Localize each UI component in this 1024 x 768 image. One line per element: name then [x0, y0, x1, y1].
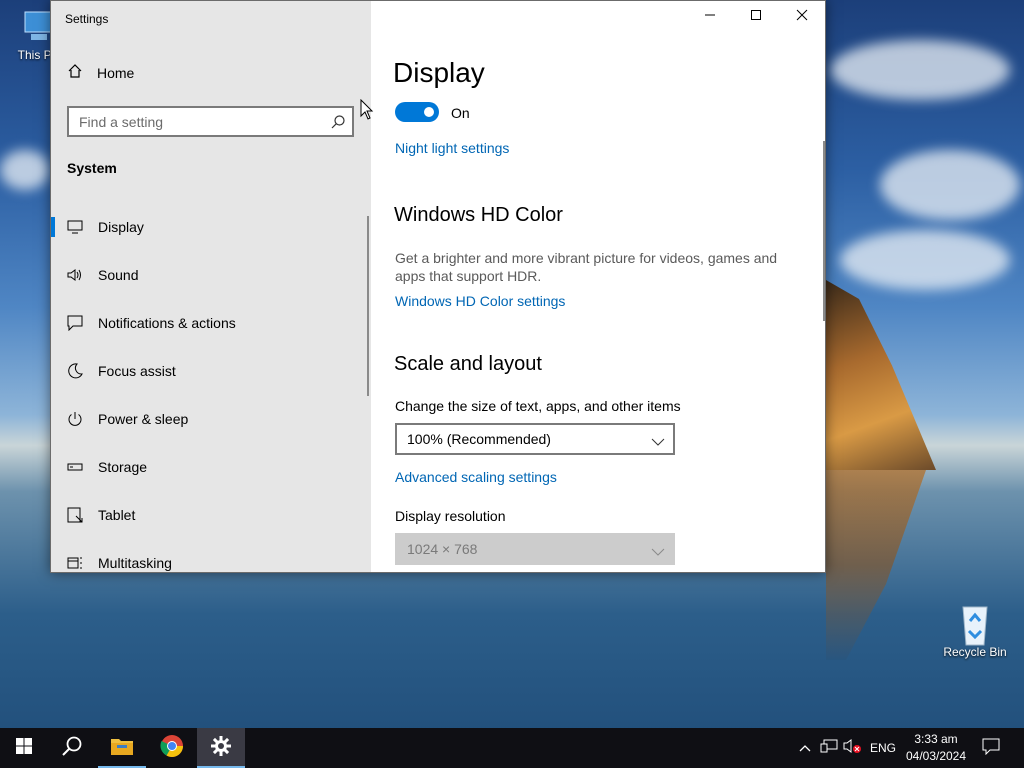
home-icon [67, 63, 83, 82]
taskbar-search-button[interactable] [48, 728, 96, 768]
resolution-label: Display resolution [395, 508, 506, 524]
toggle-state-label: On [451, 105, 470, 121]
chevron-down-icon [651, 544, 665, 560]
moon-icon [51, 363, 98, 379]
taskbar-settings[interactable] [197, 728, 245, 768]
resolution-dropdown[interactable]: 1024 × 768 [395, 533, 675, 565]
sidebar-item-focus-assist[interactable]: Focus assist [51, 347, 371, 395]
size-label: Change the size of text, apps, and other… [395, 398, 681, 414]
sidebar-item-label: Multitasking [98, 555, 172, 571]
sidebar-item-notifications[interactable]: Notifications & actions [51, 299, 371, 347]
hd-color-description: Get a brighter and more vibrant picture … [395, 250, 778, 284]
sidebar-item-label: Sound [98, 267, 139, 283]
search-icon [61, 735, 83, 762]
storage-icon [51, 462, 98, 472]
page-title: Display [393, 57, 485, 88]
night-light-toggle[interactable] [395, 102, 439, 122]
taskbar-clock[interactable]: 3:33 am 04/03/2024 [900, 731, 972, 765]
scale-dropdown-value: 100% (Recommended) [407, 431, 551, 447]
file-explorer-icon [110, 736, 134, 761]
action-center-button[interactable] [976, 728, 1006, 768]
resolution-dropdown-value: 1024 × 768 [407, 541, 478, 557]
sidebar-item-label: Focus assist [98, 363, 176, 379]
desktop-icon-label: Recycle Bin [943, 645, 1007, 659]
notification-icon [982, 737, 1000, 760]
search-icon[interactable] [330, 114, 346, 135]
multitasking-icon [51, 555, 98, 571]
tablet-icon [51, 507, 98, 523]
chevron-up-icon [799, 739, 811, 757]
taskbar-file-explorer[interactable] [98, 728, 146, 768]
sidebar-nav: Display Sound Notifications & actions Fo… [51, 203, 371, 572]
network-icon [820, 738, 838, 759]
sidebar-item-label: Tablet [98, 507, 136, 523]
clock-date: 04/03/2024 [905, 749, 967, 763]
input-language-button[interactable]: ENG [866, 728, 900, 768]
settings-gear-icon [210, 735, 232, 762]
section-title-system: System [67, 160, 117, 176]
sidebar-item-label: Storage [98, 459, 148, 475]
power-icon [51, 411, 98, 427]
taskbar-chrome[interactable] [148, 728, 196, 768]
settings-sidebar: Settings Home System Display [51, 1, 371, 572]
night-light-settings-link[interactable]: Night light settings [395, 140, 509, 156]
sidebar-scrollbar[interactable] [367, 216, 369, 396]
window-title: Settings [65, 12, 109, 26]
mouse-cursor [360, 98, 374, 126]
sidebar-item-sound[interactable]: Sound [51, 251, 371, 299]
scale-layout-heading: Scale and layout [394, 353, 542, 375]
speaker-icon [51, 268, 98, 282]
sidebar-item-tablet[interactable]: Tablet [51, 491, 371, 539]
content-scrollbar[interactable] [823, 141, 825, 321]
sidebar-item-label: Power & sleep [98, 411, 189, 427]
clock-time: 3:33 am [914, 732, 958, 746]
volume-muted-icon [843, 738, 863, 759]
scale-dropdown[interactable]: 100% (Recommended) [395, 423, 675, 455]
settings-content: Display On Night light settings Windows … [371, 1, 825, 572]
desktop-icon-recycle-bin[interactable]: Recycle Bin [940, 603, 1010, 659]
settings-window: Settings Home System Display [50, 0, 826, 573]
find-setting-search[interactable] [67, 106, 354, 137]
taskbar: ENG 3:33 am 04/03/2024 [0, 728, 1024, 768]
sidebar-item-label: Notifications & actions [98, 315, 236, 331]
sidebar-item-multitasking[interactable]: Multitasking [51, 539, 371, 572]
advanced-scaling-link[interactable]: Advanced scaling settings [395, 469, 557, 485]
message-icon [51, 315, 98, 331]
search-input[interactable] [69, 108, 329, 135]
show-hidden-icons-button[interactable] [796, 728, 814, 768]
start-button[interactable] [0, 728, 48, 768]
windows-start-icon [16, 737, 32, 759]
sidebar-item-storage[interactable]: Storage [51, 443, 371, 491]
home-nav-item[interactable]: Home [67, 63, 134, 82]
home-label: Home [97, 64, 135, 81]
volume-tray-button[interactable] [842, 728, 864, 768]
hd-color-heading: Windows HD Color [394, 204, 563, 226]
monitor-icon [51, 220, 98, 234]
sidebar-item-display[interactable]: Display [51, 203, 371, 251]
chevron-down-icon [651, 434, 665, 450]
sidebar-item-power-sleep[interactable]: Power & sleep [51, 395, 371, 443]
chrome-icon [160, 734, 184, 763]
recycle-bin-icon [957, 603, 993, 646]
hd-color-settings-link[interactable]: Windows HD Color settings [395, 293, 565, 309]
network-tray-button[interactable] [818, 728, 840, 768]
sidebar-item-label: Display [98, 219, 144, 235]
